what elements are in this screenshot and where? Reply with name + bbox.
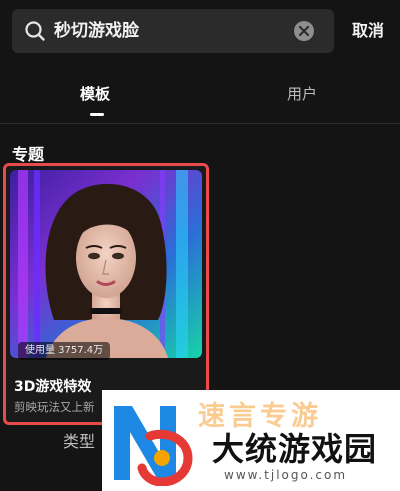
section-title: 专题 [12, 145, 45, 164]
usage-badge: 使用量 3757.4万 [18, 342, 111, 360]
divider [0, 123, 400, 124]
card-title: 3D游戏特效 [14, 379, 92, 395]
watermark-url: www.tjlogo.com [224, 468, 348, 482]
search-input[interactable]: 秒切游戏脸 [54, 20, 139, 42]
tab-indicator [90, 113, 104, 116]
search-icon [24, 20, 46, 42]
card-description: 剪映玩法又上新 [14, 400, 95, 414]
watermark-logo-icon [106, 396, 196, 490]
card-cover-image [10, 170, 202, 358]
type-section-label: 类型 [63, 432, 96, 451]
tab-template[interactable]: 模板 [80, 84, 110, 104]
watermark-overlay: 速言专游 大统游戏园 www.tjlogo.com [102, 390, 400, 491]
watermark-name: 大统游戏园 [212, 430, 378, 468]
search-bar[interactable]: 秒切游戏脸 [12, 9, 334, 53]
template-card[interactable]: 使用量 3757.4万 3D游戏特效 剪映玩法又上新 [3, 163, 209, 425]
cancel-button[interactable]: 取消 [352, 19, 384, 43]
clear-icon[interactable] [294, 21, 314, 41]
tab-user[interactable]: 用户 [287, 84, 317, 104]
